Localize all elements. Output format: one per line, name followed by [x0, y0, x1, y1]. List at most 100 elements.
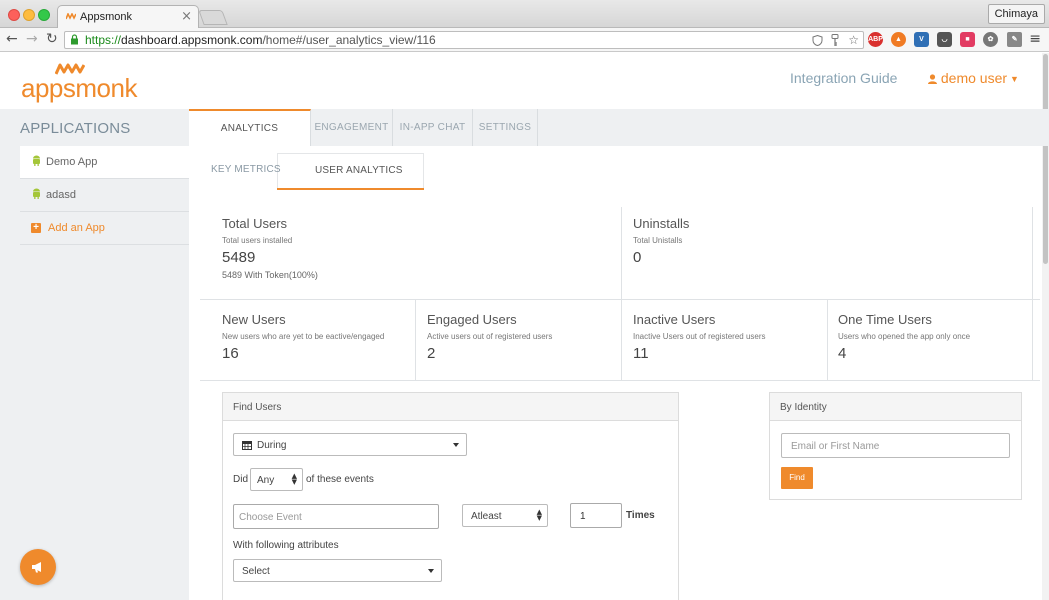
- bookmark-star-icon[interactable]: ☆: [848, 33, 859, 47]
- attribute-select-label: Select: [242, 566, 270, 577]
- stat-value: 0: [633, 249, 642, 266]
- page-scrollbar-thumb[interactable]: [1043, 54, 1048, 264]
- choose-event-input[interactable]: Choose Event: [233, 504, 439, 529]
- stat-uninstalls: Uninstalls Total Unistalls 0: [633, 216, 689, 266]
- any-select[interactable]: Any ▲ ▼: [250, 468, 303, 491]
- stat-value: 11: [633, 345, 649, 362]
- subtab-underline: [277, 188, 424, 190]
- subtab-user-analytics[interactable]: USER ANALYTICS: [315, 165, 403, 176]
- find-button[interactable]: Find: [781, 467, 813, 489]
- divider: [621, 207, 622, 299]
- stat-one-time-users: One Time Users Users who opened the app …: [838, 312, 970, 362]
- panel-title: By Identity: [770, 393, 1021, 421]
- back-icon[interactable]: ←: [6, 31, 18, 47]
- adblock-plus-icon[interactable]: ABP: [868, 32, 883, 47]
- events-label: of these events: [306, 474, 374, 485]
- atleast-label: Atleast: [471, 511, 502, 522]
- app-header: appsmonk Integration Guide demo user ▼: [0, 53, 1049, 109]
- dropdown-arrow-icon: [453, 443, 459, 447]
- divider: [1032, 300, 1033, 380]
- stat-new-users: New Users New users who are yet to be ea…: [222, 312, 384, 362]
- stat-title: Uninstalls: [633, 216, 690, 231]
- divider: [415, 300, 416, 380]
- did-label: Did: [233, 474, 249, 485]
- profile-button[interactable]: Chimaya: [987, 4, 1045, 24]
- during-select[interactable]: During: [233, 433, 467, 456]
- tab-settings[interactable]: SETTINGS: [473, 109, 538, 146]
- fire-extension-icon[interactable]: ▲: [891, 32, 906, 47]
- tab-analytics[interactable]: ANALYTICS: [189, 109, 311, 146]
- divider: [200, 299, 1040, 300]
- user-icon: [928, 74, 937, 84]
- divider: [827, 300, 828, 380]
- browser-menu-icon[interactable]: ≡: [1029, 31, 1041, 47]
- stat-inactive-users: Inactive Users Inactive Users out of reg…: [633, 312, 766, 362]
- app-item-label: Demo App: [46, 156, 98, 168]
- divider: [621, 300, 622, 380]
- lock-icon: [71, 34, 78, 45]
- stat-subtitle: Total users installed: [222, 236, 293, 245]
- user-menu[interactable]: demo user ▼: [928, 70, 1019, 86]
- new-tab-button[interactable]: [198, 10, 228, 25]
- stat-subtitle: Active users out of registered users: [427, 332, 553, 341]
- logo-text: appsmonk: [21, 73, 137, 103]
- android-icon: [33, 188, 40, 199]
- updown-arrows-icon: ▲ ▼: [536, 508, 542, 522]
- any-label: Any: [257, 475, 275, 486]
- stat-title: Engaged Users: [427, 312, 517, 327]
- window-zoom-button[interactable]: [38, 9, 50, 21]
- attribute-select[interactable]: Select: [233, 559, 442, 582]
- calendar-icon: [242, 441, 252, 450]
- integration-guide-link[interactable]: Integration Guide: [790, 70, 897, 86]
- divider: [200, 380, 1040, 381]
- user-name: demo user: [940, 70, 1008, 86]
- atleast-select[interactable]: Atleast ▲ ▼: [462, 504, 548, 527]
- window-minimize-button[interactable]: [23, 9, 35, 21]
- main-tab-bar: ANALYTICS ENGAGEMENT IN-APP CHAT SETTING…: [189, 109, 1049, 146]
- stat-title: New Users: [222, 312, 286, 327]
- android-icon: [33, 155, 40, 166]
- sidebar-item-adasd[interactable]: adasd: [20, 179, 189, 212]
- identity-placeholder: Email or First Name: [791, 441, 880, 452]
- caret-down-icon: ▼: [1010, 74, 1019, 85]
- during-label: During: [257, 440, 287, 451]
- record-extension-icon[interactable]: ■: [960, 32, 975, 47]
- browser-tab-bar: Appsmonk × Chimaya: [0, 0, 1049, 29]
- times-input[interactable]: 1: [570, 503, 622, 528]
- stat-value: 16: [222, 345, 239, 362]
- identity-input[interactable]: Email or First Name: [781, 433, 1010, 458]
- tools-extension-icon[interactable]: ✎: [1007, 32, 1022, 47]
- stat-subtitle: Users who opened the app only once: [838, 332, 971, 341]
- tab-engagement[interactable]: ENGAGEMENT: [311, 109, 393, 146]
- stat-title: Total Users: [222, 216, 288, 231]
- stat-subtitle: Inactive Users out of registered users: [633, 332, 766, 341]
- tab-title: Appsmonk: [80, 11, 132, 23]
- updown-arrows-icon: ▲ ▼: [291, 472, 297, 486]
- stat-total-users: Total Users Total users installed 5489 5…: [222, 216, 318, 280]
- stat-subtitle: New users who are yet to be eactive/enga…: [222, 332, 385, 341]
- stat-subtitle: Total Unistalls: [633, 236, 683, 245]
- vue-extension-icon[interactable]: V: [914, 32, 929, 47]
- browser-tab[interactable]: Appsmonk ×: [57, 5, 199, 29]
- url-bar[interactable]: https://dashboard.appsmonk.com/home#/use…: [64, 31, 864, 49]
- forward-icon[interactable]: →: [26, 31, 38, 47]
- divider: [1032, 207, 1033, 299]
- subtab-key-metrics[interactable]: KEY METRICS: [211, 164, 281, 175]
- key-icon: [831, 34, 839, 46]
- plus-square-icon: +: [31, 223, 41, 233]
- settings-extension-icon[interactable]: ✿: [983, 32, 998, 47]
- add-app-label: Add an App: [48, 222, 105, 234]
- sidebar: APPLICATIONS Demo App adasd + Add an App: [0, 109, 189, 600]
- stat-title: Inactive Users: [633, 312, 716, 327]
- add-app-link[interactable]: + Add an App: [20, 212, 189, 245]
- pocket-extension-icon[interactable]: ◡: [937, 32, 952, 47]
- reload-icon[interactable]: ↻: [46, 31, 58, 47]
- event-placeholder: Choose Event: [239, 512, 302, 523]
- tab-close-icon[interactable]: ×: [181, 9, 192, 24]
- url-text: https://dashboard.appsmonk.com/home#/use…: [85, 33, 436, 47]
- appsmonk-favicon-icon: [66, 13, 76, 20]
- window-close-button[interactable]: [8, 9, 20, 21]
- announcement-fab[interactable]: [20, 549, 56, 585]
- sidebar-item-demo-app[interactable]: Demo App: [20, 146, 189, 179]
- tab-in-app-chat[interactable]: IN-APP CHAT: [393, 109, 473, 146]
